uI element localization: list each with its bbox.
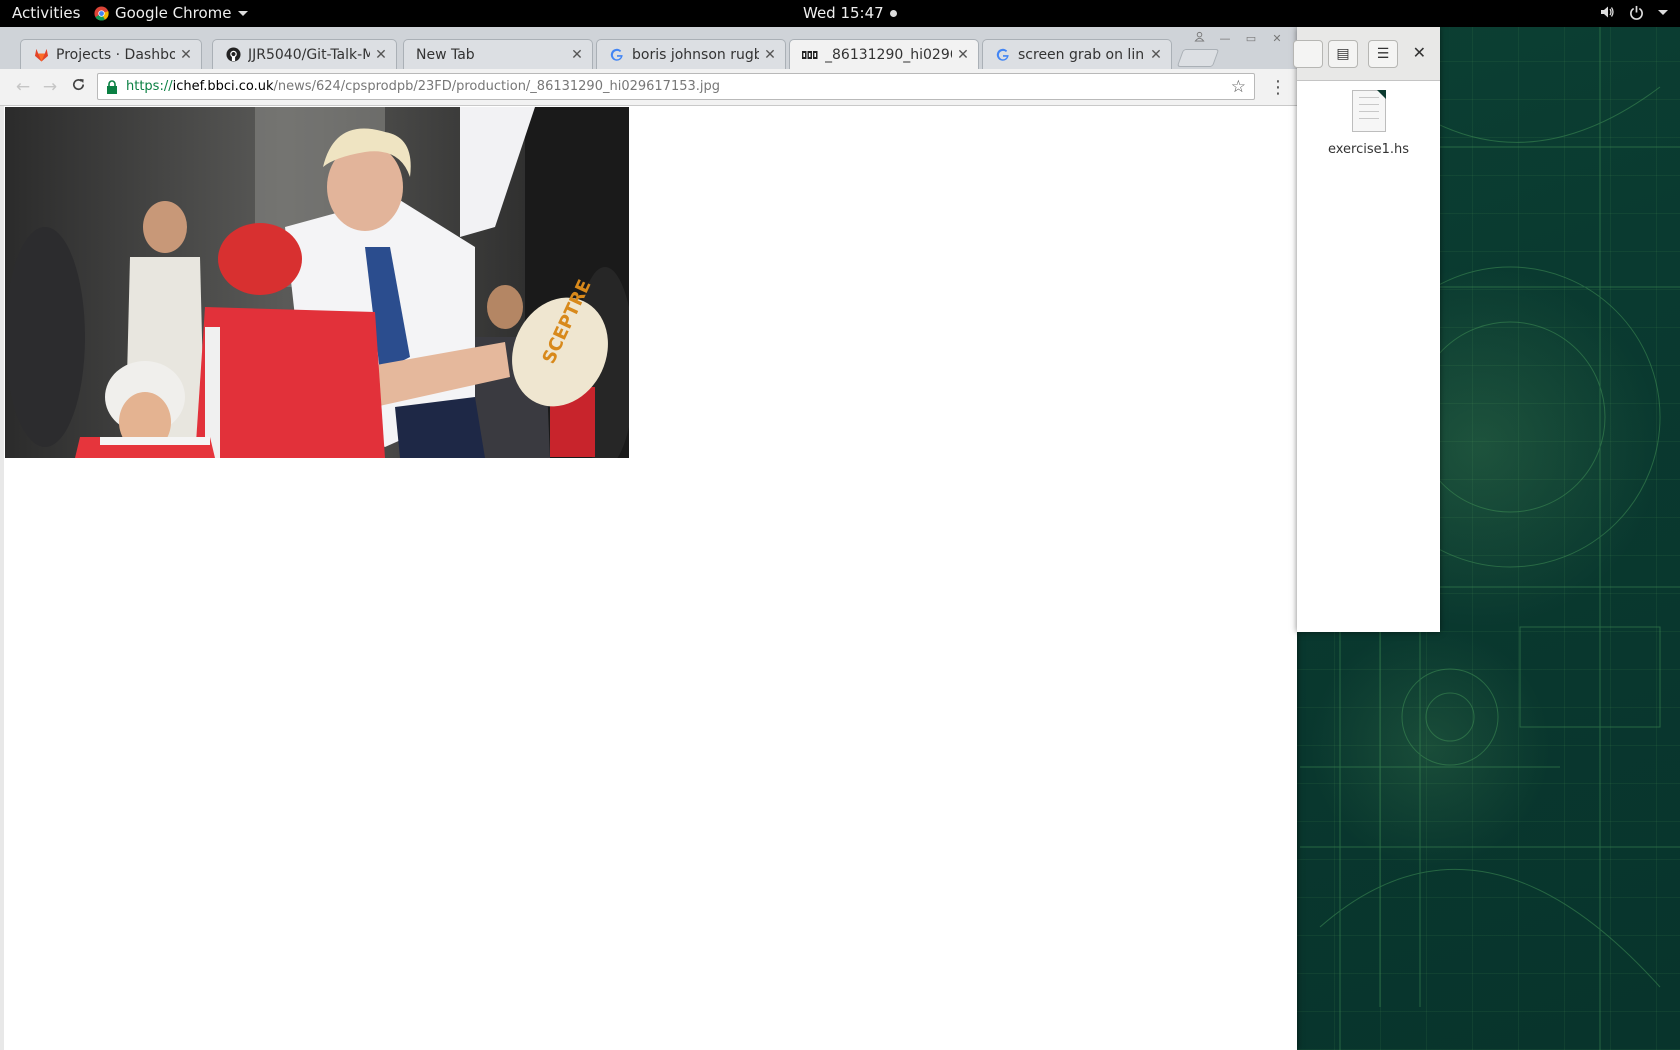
- hamburger-menu-icon[interactable]: ☰: [1368, 40, 1398, 68]
- list-view-icon[interactable]: ▤: [1328, 40, 1358, 68]
- reload-button[interactable]: [68, 77, 88, 97]
- clock-label: Wed 15:47: [803, 4, 884, 22]
- url-host: ichef.bbci.co.uk: [172, 79, 274, 94]
- files-header-bar: ▤ ☰ ✕: [1293, 27, 1440, 81]
- power-icon: [1630, 5, 1643, 20]
- close-window-icon[interactable]: ✕: [1413, 43, 1426, 62]
- tab-bbc-image[interactable]: _86131290_hi0296 ✕: [789, 39, 979, 70]
- page-content: SCEPTRE: [0, 106, 1297, 1050]
- tab-title: New Tab: [416, 46, 475, 63]
- tab-github-git-talk[interactable]: JJR5040/Git-Talk-M ✕: [212, 39, 397, 69]
- rugby-photo: SCEPTRE: [5, 107, 629, 458]
- tab-title: screen grab on linux: [1018, 46, 1145, 63]
- close-tab-icon[interactable]: ✕: [374, 47, 388, 63]
- tab-title: boris johnson rugby: [632, 46, 759, 63]
- github-icon: [225, 47, 241, 63]
- bookmark-star-icon[interactable]: ☆: [1231, 77, 1246, 97]
- files-window: ▤ ☰ ✕ exercise1.hs: [1293, 27, 1440, 632]
- files-view-button[interactable]: [1293, 40, 1323, 68]
- close-tab-icon[interactable]: ✕: [1149, 47, 1163, 63]
- chevron-down-icon: [237, 10, 248, 16]
- url-scheme: https://: [126, 79, 173, 94]
- reload-icon: [72, 78, 84, 91]
- google-icon: [609, 47, 625, 63]
- system-status-menu[interactable]: [1599, 4, 1668, 20]
- tab-title: JJR5040/Git-Talk-M: [248, 46, 370, 63]
- file-item[interactable]: exercise1.hs: [1327, 90, 1410, 159]
- browser-toolbar: ← → https://ichef.bbci.co.uk/news/624/cp…: [0, 69, 1297, 106]
- tab-new-tab[interactable]: New Tab ✕: [403, 39, 593, 69]
- minimize-icon[interactable]: —: [1215, 31, 1235, 47]
- activities-button[interactable]: Activities: [12, 4, 80, 22]
- google-icon: [995, 47, 1011, 63]
- close-tab-icon[interactable]: ✕: [763, 47, 777, 63]
- clock-button[interactable]: Wed 15:47: [803, 4, 897, 22]
- chrome-window: Projects · Dashboard ✕ JJR5040/Git-Talk-…: [0, 27, 1297, 1050]
- profile-icon[interactable]: [1189, 31, 1209, 47]
- forward-button[interactable]: →: [40, 77, 60, 97]
- tab-strip: Projects · Dashboard ✕ JJR5040/Git-Talk-…: [0, 27, 1297, 70]
- close-tab-icon[interactable]: ✕: [956, 47, 970, 63]
- window-controls: — ▭ ✕: [1189, 31, 1287, 47]
- chevron-down-icon: [1658, 9, 1668, 15]
- tab-title: Projects · Dashboard: [56, 46, 175, 63]
- file-name: exercise1.hs: [1327, 142, 1410, 157]
- lock-icon: [107, 79, 117, 94]
- gitlab-icon: [33, 47, 49, 63]
- bbc-icon: [802, 47, 818, 63]
- tab-projects-dashboard[interactable]: Projects · Dashboard ✕: [20, 39, 202, 69]
- close-window-icon[interactable]: ✕: [1267, 31, 1287, 47]
- new-tab-button[interactable]: [1176, 49, 1220, 67]
- back-button[interactable]: ←: [13, 77, 33, 97]
- tab-screen-grab-linux[interactable]: screen grab on linux ✕: [982, 39, 1172, 69]
- url-path: /news/624/cpsprodpb/23FD/production/_861…: [273, 79, 721, 94]
- address-bar[interactable]: https://ichef.bbci.co.uk/news/624/cpspro…: [97, 73, 1255, 100]
- tab-boris-johnson-rugby[interactable]: boris johnson rugby ✕: [596, 39, 786, 69]
- notification-dot-icon: [889, 9, 897, 17]
- chrome-logo-icon: [94, 5, 109, 21]
- gnome-top-bar: Activities Google Chrome Wed 15:47: [0, 0, 1680, 27]
- app-menu-label: Google Chrome: [115, 4, 232, 22]
- maximize-icon[interactable]: ▭: [1241, 31, 1261, 47]
- text-file-icon: [1351, 90, 1386, 132]
- tab-title: _86131290_hi0296: [825, 47, 952, 63]
- close-tab-icon[interactable]: ✕: [570, 47, 584, 63]
- close-tab-icon[interactable]: ✕: [179, 47, 193, 63]
- app-menu[interactable]: Google Chrome: [94, 4, 248, 22]
- volume-icon: [1601, 6, 1614, 18]
- chrome-menu-icon[interactable]: ⋮: [1269, 77, 1287, 98]
